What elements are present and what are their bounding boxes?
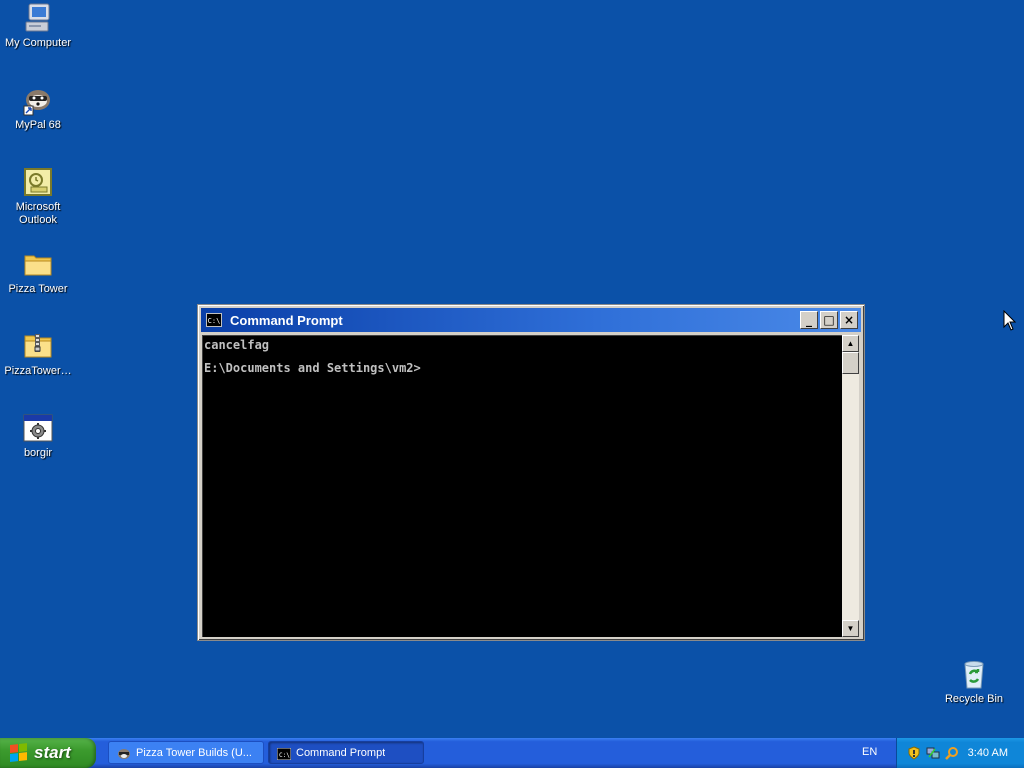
window-title-bar[interactable]: C:\ Command Prompt _ □ × — [201, 308, 861, 332]
recycle-bin-icon — [958, 658, 990, 690]
desktop-icon-borgir[interactable]: borgir — [0, 412, 76, 460]
desktop-icon-pizzatower-zip[interactable]: PizzaTower… — [0, 330, 76, 378]
desktop-icon-pizza-tower[interactable]: Pizza Tower — [0, 248, 76, 296]
program-icon — [22, 412, 54, 444]
maximize-button[interactable]: □ — [820, 311, 838, 329]
mouse-pointer-icon — [1003, 309, 1017, 337]
system-tray: 3:40 AM — [896, 738, 1024, 768]
close-button[interactable]: × — [840, 311, 858, 329]
desktop-icon-mypal[interactable]: MyPal 68 — [0, 84, 76, 132]
start-label: start — [34, 743, 71, 762]
desktop-icon-outlook[interactable]: Microsoft Outlook — [0, 166, 76, 227]
taskbar-button-pizza-tower-builds[interactable]: Pizza Tower Builds (U... — [108, 741, 264, 764]
console-line: cancelfag — [204, 338, 270, 352]
scroll-down-button[interactable]: ▼ — [842, 620, 859, 637]
start-button[interactable]: start — [0, 738, 96, 768]
vertical-scrollbar[interactable]: ▲ ▼ — [842, 335, 859, 637]
security-shield-icon[interactable] — [907, 746, 921, 760]
network-icon[interactable] — [926, 746, 940, 760]
desktop-icon-label: Pizza Tower — [8, 283, 68, 295]
windows-logo-icon — [10, 743, 28, 763]
desktop[interactable]: { "desktop": { "background_color": "#0b5… — [0, 0, 1024, 768]
desktop-icon-label: borgir — [23, 447, 53, 459]
desktop-icon-recycle-bin[interactable]: Recycle Bin — [936, 658, 1012, 706]
folder-icon — [22, 248, 54, 280]
language-indicator[interactable]: EN — [862, 746, 877, 758]
clock[interactable]: 3:40 AM — [968, 747, 1008, 759]
taskbar: start Pizza Tower Builds (U... C:\ Comma… — [0, 738, 1024, 768]
desktop-icon-my-computer[interactable]: My Computer — [0, 2, 76, 50]
desktop-icon-label: MyPal 68 — [15, 119, 61, 131]
console-app-icon[interactable]: C:\ — [206, 313, 222, 327]
taskbar-button-command-prompt[interactable]: C:\ Command Prompt — [268, 741, 424, 764]
desktop-icon-label: Recycle Bin — [944, 693, 1004, 705]
console-prompt-line: E:\Documents and Settings\vm2> — [204, 361, 421, 375]
scroll-thumb[interactable] — [842, 352, 859, 374]
desktop-icon-label: Microsoft Outlook — [15, 201, 61, 226]
window-title: Command Prompt — [230, 312, 343, 328]
desktop-icon-label: PizzaTower… — [4, 365, 72, 377]
my-computer-icon — [22, 2, 54, 34]
zip-folder-icon — [22, 330, 54, 362]
taskbar-button-label: Command Prompt — [296, 746, 386, 759]
search-icon[interactable] — [945, 746, 959, 760]
console-app-icon: C:\ — [276, 747, 292, 760]
svg-text:C:\: C:\ — [279, 752, 290, 759]
minimize-button[interactable]: _ — [800, 311, 818, 329]
mypal-browser-icon — [117, 747, 131, 759]
desktop-icon-label: My Computer — [4, 37, 72, 49]
console-output[interactable]: cancelfag E:\Documents and Settings\vm2> — [202, 335, 842, 637]
outlook-icon — [22, 166, 54, 198]
scroll-up-button[interactable]: ▲ — [842, 335, 859, 352]
taskbar-button-label: Pizza Tower Builds (U... — [136, 746, 252, 759]
command-prompt-window[interactable]: C:\ Command Prompt _ □ × cancelfag E:\Do… — [197, 304, 865, 641]
mypal-browser-icon — [22, 84, 54, 116]
